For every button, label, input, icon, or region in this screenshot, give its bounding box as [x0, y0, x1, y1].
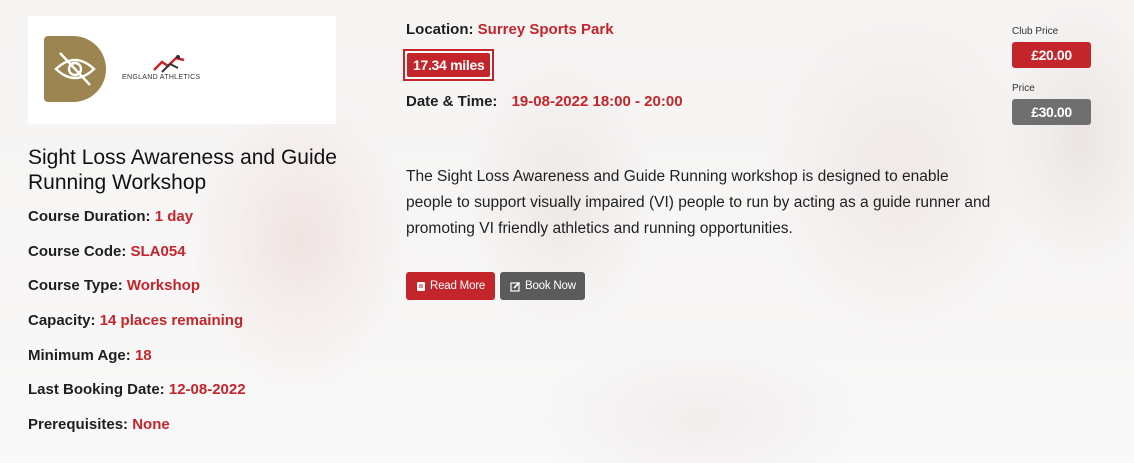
- england-athletics-logo: ENGLAND ATHLETICS: [122, 54, 208, 84]
- detail-value: 14 places remaining: [99, 312, 244, 330]
- course-title: Sight Loss Awareness and Guide Running W…: [28, 146, 337, 194]
- price-badge: £30.00: [1012, 99, 1091, 125]
- date-time: Date & Time: 19-08-2022 18:00 - 20:00: [406, 93, 683, 110]
- course-details: Course Duration: 1 day Course Code: SLA0…: [28, 208, 358, 451]
- club-price-label: Club Price: [1012, 26, 1059, 37]
- detail-capacity: Capacity: 14 places remaining: [28, 312, 358, 347]
- read-more-button[interactable]: Read More: [406, 272, 495, 300]
- detail-duration: Course Duration: 1 day: [28, 208, 358, 243]
- eye-icon: [54, 52, 96, 86]
- detail-label: Capacity:: [28, 312, 96, 330]
- detail-value: 1 day: [154, 208, 194, 225]
- date-time-value: 19-08-2022 18:00 - 20:00: [511, 93, 683, 110]
- book-now-label: Book Now: [525, 280, 576, 292]
- course-description: The Sight Loss Awareness and Guide Runni…: [406, 168, 991, 237]
- detail-value: 18: [134, 346, 152, 364]
- detail-last-booking-date: Last Booking Date: 12-08-2022: [28, 381, 358, 416]
- book-now-button[interactable]: Book Now: [500, 272, 585, 300]
- logo-card: ENGLAND ATHLETICS: [28, 16, 336, 124]
- book-icon: [417, 281, 425, 291]
- club-price-badge: £20.00: [1012, 42, 1091, 68]
- location: Location: Surrey Sports Park: [406, 21, 614, 38]
- detail-label: Last Booking Date:: [28, 381, 165, 399]
- sight-loss-logo: [44, 36, 106, 102]
- location-value: Surrey Sports Park: [477, 21, 614, 38]
- location-label: Location:: [406, 21, 474, 38]
- england-athletics-text: ENGLAND ATHLETICS: [122, 74, 201, 81]
- detail-code: Course Code: SLA054: [28, 243, 358, 278]
- detail-label: Minimum Age:: [28, 346, 131, 364]
- price-label: Price: [1012, 83, 1035, 94]
- date-time-label: Date & Time:: [406, 93, 498, 110]
- detail-type: Course Type: Workshop: [28, 277, 358, 312]
- detail-label: Course Duration:: [28, 208, 151, 225]
- course-listing: ENGLAND ATHLETICS Sight Loss Awareness a…: [0, 0, 1134, 463]
- detail-value: 12-08-2022: [168, 381, 246, 399]
- detail-label: Course Type:: [28, 277, 123, 295]
- detail-min-age: Minimum Age: 18: [28, 347, 358, 382]
- detail-value: SLA054: [130, 242, 186, 260]
- distance-badge-frame: 17.34 miles: [403, 49, 495, 81]
- detail-label: Prerequisites:: [28, 416, 129, 434]
- distance-badge: 17.34 miles: [407, 53, 491, 77]
- edit-icon: [510, 281, 521, 292]
- read-more-label: Read More: [430, 280, 486, 292]
- detail-label: Course Code:: [28, 242, 127, 260]
- detail-value: Workshop: [126, 277, 200, 295]
- detail-value: None: [132, 416, 170, 434]
- athlete-mark-icon: [153, 55, 185, 73]
- detail-prerequisites: Prerequisites: None: [28, 416, 358, 451]
